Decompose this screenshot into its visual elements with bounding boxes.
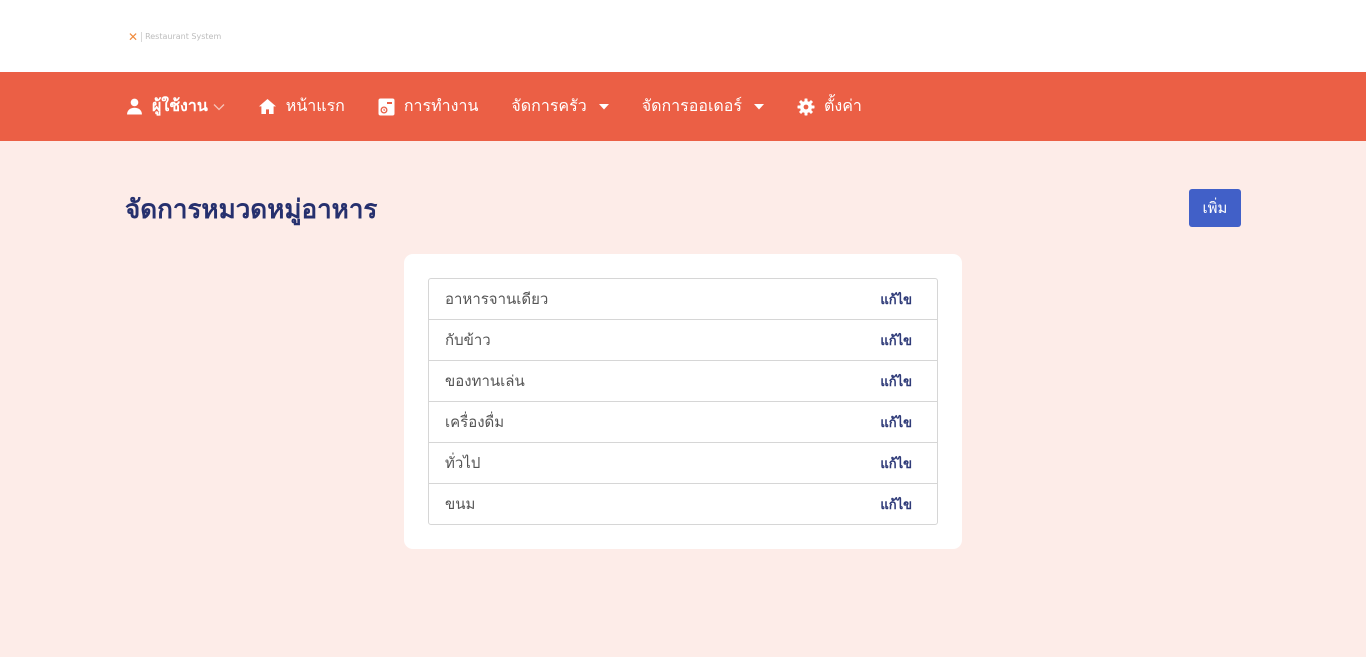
nav-orders-dropdown[interactable]: จัดการออเดอร์ xyxy=(642,94,764,119)
category-name: เครื่องดื่ม xyxy=(445,413,505,431)
category-row: เครื่องดื่ม แก้ไข xyxy=(429,401,937,442)
home-icon xyxy=(258,98,277,115)
page-title: จัดการหมวดหมู่อาหาร xyxy=(125,195,378,225)
edit-link[interactable]: แก้ไข xyxy=(880,453,912,474)
category-name: ขนม xyxy=(445,495,476,513)
edit-link[interactable]: แก้ไข xyxy=(880,494,912,515)
category-row: อาหารจานเดียว แก้ไข xyxy=(429,279,937,319)
add-category-button[interactable]: เพิ่ม xyxy=(1189,189,1241,227)
gear-icon xyxy=(797,98,815,116)
category-row: ของทานเล่น แก้ไข xyxy=(429,360,937,401)
logo-mark-icon: ✕ xyxy=(128,30,139,44)
edit-link[interactable]: แก้ไข xyxy=(880,412,912,433)
nav-work[interactable]: การทำงาน xyxy=(378,94,479,119)
nav-kitchen-dropdown[interactable]: จัดการครัว xyxy=(511,94,609,119)
category-list: อาหารจานเดียว แก้ไข กับข้าว แก้ไข ของทาน… xyxy=(428,278,938,525)
user-icon xyxy=(126,98,143,115)
nav-home[interactable]: หน้าแรก xyxy=(258,94,345,119)
nav-settings[interactable]: ตั้งค่า xyxy=(797,94,862,119)
work-clock-icon xyxy=(378,98,395,116)
nav-settings-label: ตั้งค่า xyxy=(824,96,862,115)
logo[interactable]: ✕ Restaurant System xyxy=(128,31,221,43)
page-header: จัดการหมวดหมู่อาหาร เพิ่ม xyxy=(0,141,1366,255)
chevron-down-icon xyxy=(213,103,225,111)
category-name: อาหารจานเดียว xyxy=(445,290,549,308)
edit-link[interactable]: แก้ไข xyxy=(880,371,912,392)
nav-kitchen-label: จัดการครัว xyxy=(511,96,587,115)
nav-orders-label: จัดการออเดอร์ xyxy=(641,96,742,115)
logo-text: Restaurant System xyxy=(145,32,222,41)
category-row: ทั่วไป แก้ไข xyxy=(429,442,937,483)
category-row: กับข้าว แก้ไข xyxy=(429,319,937,360)
logo-divider xyxy=(141,32,143,42)
top-header: ✕ Restaurant System xyxy=(0,0,1366,72)
nav-user-label: ผู้ใช้งาน xyxy=(152,96,208,115)
edit-link[interactable]: แก้ไข xyxy=(880,330,912,351)
nav-user-menu[interactable]: ผู้ใช้งาน xyxy=(126,94,225,119)
category-card: อาหารจานเดียว แก้ไข กับข้าว แก้ไข ของทาน… xyxy=(404,254,962,549)
category-name: ทั่วไป xyxy=(445,454,481,472)
category-row: ขนม แก้ไข xyxy=(429,483,937,524)
category-name: ของทานเล่น xyxy=(445,372,525,390)
main-navbar: ผู้ใช้งาน หน้าแรก การทำงาน จัดการครัว จั… xyxy=(0,72,1366,141)
caret-down-icon xyxy=(598,103,609,110)
nav-home-label: หน้าแรก xyxy=(285,96,345,115)
edit-link[interactable]: แก้ไข xyxy=(880,289,912,310)
category-name: กับข้าว xyxy=(445,331,491,349)
nav-work-label: การทำงาน xyxy=(403,96,479,115)
caret-down-icon xyxy=(754,103,764,110)
